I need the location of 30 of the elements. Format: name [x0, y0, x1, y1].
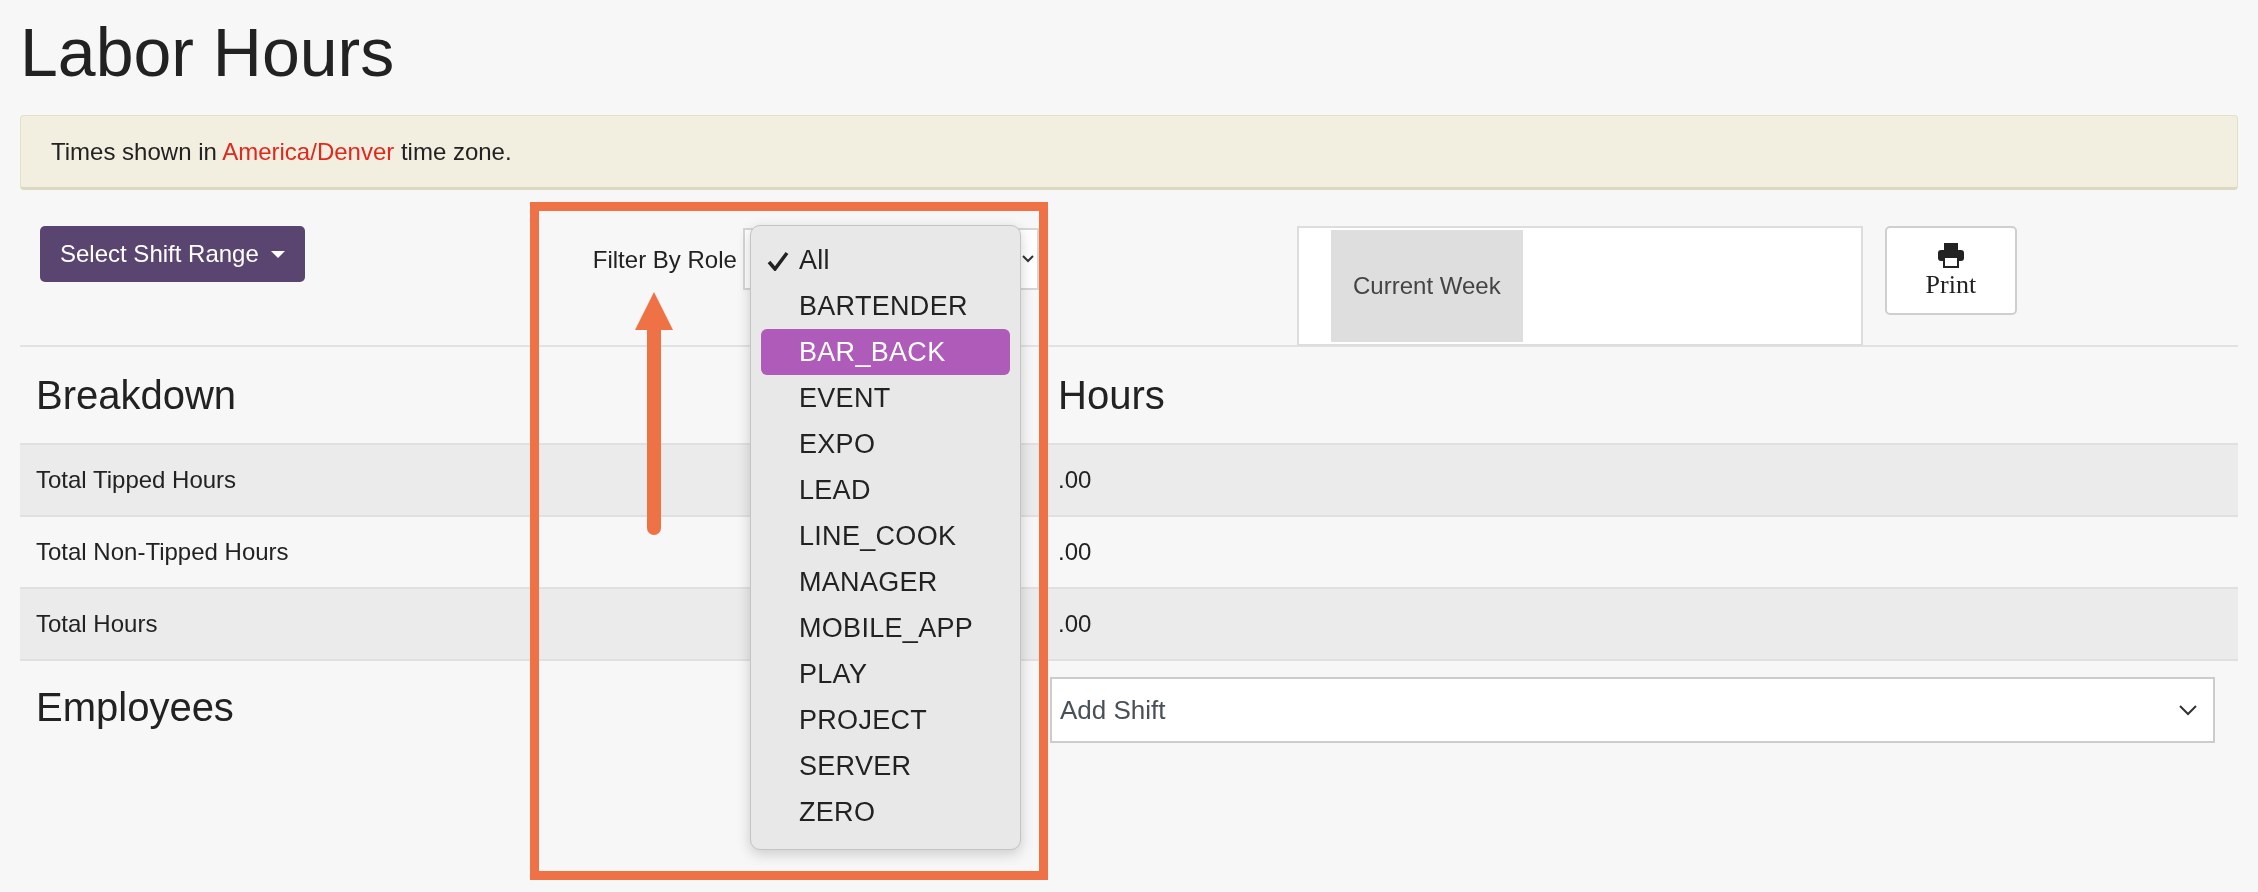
role-option[interactable]: LINE_COOK: [761, 513, 1010, 559]
role-option[interactable]: BARTENDER: [761, 283, 1010, 329]
breakdown-heading: Breakdown: [36, 372, 237, 418]
time-zone-link[interactable]: America/Denver: [222, 137, 395, 165]
role-option[interactable]: ZERO: [761, 789, 1010, 835]
add-shift-select[interactable]: Add Shift: [1050, 677, 2215, 743]
filter-label: Filter By Role: [592, 246, 737, 274]
role-option[interactable]: SERVER: [761, 743, 1010, 789]
row-label: Total Non-Tipped Hours: [36, 538, 289, 566]
select-shift-range-button[interactable]: Select Shift Range: [40, 226, 305, 282]
role-option[interactable]: EXPO: [761, 421, 1010, 467]
print-button[interactable]: Print: [1884, 226, 2017, 315]
role-option[interactable]: BAR_BACK: [761, 329, 1010, 375]
role-option[interactable]: PROJECT: [761, 697, 1010, 743]
role-option[interactable]: MOBILE_APP: [761, 605, 1010, 651]
role-option[interactable]: LEAD: [761, 467, 1010, 513]
employees-heading: Employees: [36, 685, 234, 730]
role-option[interactable]: MANAGER: [761, 559, 1010, 605]
page-title: Labor Hours: [20, 13, 396, 92]
row-label: Total Tipped Hours: [36, 466, 237, 494]
hours-value: .00: [1058, 538, 1092, 566]
hours-value: .00: [1058, 466, 1092, 494]
hours-value: .00: [1058, 610, 1092, 638]
role-option[interactable]: PLAY: [761, 651, 1010, 697]
role-option[interactable]: All: [761, 237, 1010, 283]
time-zone-notice-text: Times shown in America/Denver time zone.: [51, 137, 512, 166]
current-week-button[interactable]: Current Week: [1330, 230, 1523, 342]
row-label: Total Hours: [36, 610, 158, 638]
hours-heading: Hours: [1058, 372, 1165, 418]
role-option[interactable]: EVENT: [761, 375, 1010, 421]
